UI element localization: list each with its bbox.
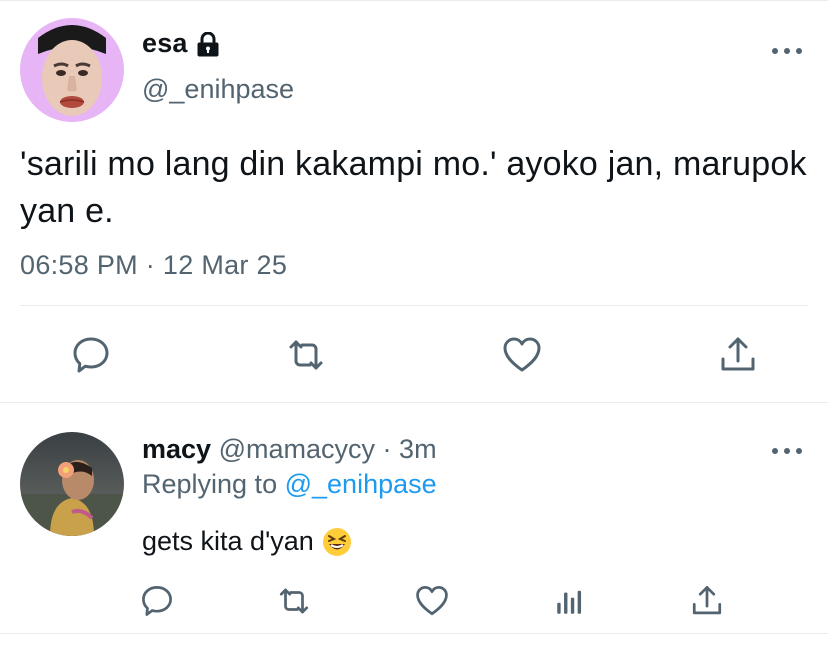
- avatar[interactable]: [20, 18, 124, 122]
- reply-header: macy @mamacycy · 3m: [142, 434, 437, 465]
- meta-separator: ·: [145, 250, 156, 280]
- tweet-time: 06:58 PM: [20, 250, 138, 280]
- reply-text-row: gets kita d'yan: [142, 526, 352, 557]
- tweet-date: 12 Mar 25: [162, 250, 288, 280]
- reply-display-name[interactable]: macy: [142, 434, 211, 464]
- reply-more-icon[interactable]: [772, 446, 802, 456]
- reply-like-icon[interactable]: [415, 584, 449, 618]
- reply-avatar[interactable]: [20, 432, 124, 536]
- laughing-emoji-icon: [322, 527, 352, 557]
- like-icon[interactable]: [502, 335, 542, 375]
- replying-to: Replying to @_enihpase: [142, 469, 437, 500]
- reply-time[interactable]: 3m: [399, 434, 437, 464]
- more-icon[interactable]: [772, 46, 802, 56]
- bottom-border: [0, 633, 828, 634]
- reply-share-icon[interactable]: [690, 584, 724, 618]
- author-row: esa: [142, 28, 220, 59]
- retweet-icon[interactable]: [286, 335, 326, 375]
- divider: [20, 305, 808, 306]
- replying-to-label: Replying to: [142, 469, 278, 499]
- reply-icon[interactable]: [71, 335, 111, 375]
- replying-to-link[interactable]: @_enihpase: [285, 469, 437, 499]
- lock-icon: [196, 31, 220, 56]
- reply-retweet-icon[interactable]: [277, 584, 311, 618]
- tweet-timestamp[interactable]: 06:58 PM · 12 Mar 25: [20, 250, 287, 281]
- tweet-text: 'sarili mo lang din kakampi mo.' ayoko j…: [20, 145, 807, 230]
- reply-separator: ·: [382, 434, 392, 464]
- handle[interactable]: @_enihpase: [142, 74, 294, 105]
- share-icon[interactable]: [718, 335, 758, 375]
- reply-reply-icon[interactable]: [140, 584, 174, 618]
- tweet-separator: [0, 402, 828, 403]
- display-name[interactable]: esa: [142, 28, 188, 59]
- reply-handle[interactable]: @mamacycy: [219, 434, 375, 464]
- top-border: [0, 0, 828, 1]
- analytics-icon[interactable]: [553, 584, 587, 618]
- reply-text: gets kita d'yan: [142, 526, 314, 556]
